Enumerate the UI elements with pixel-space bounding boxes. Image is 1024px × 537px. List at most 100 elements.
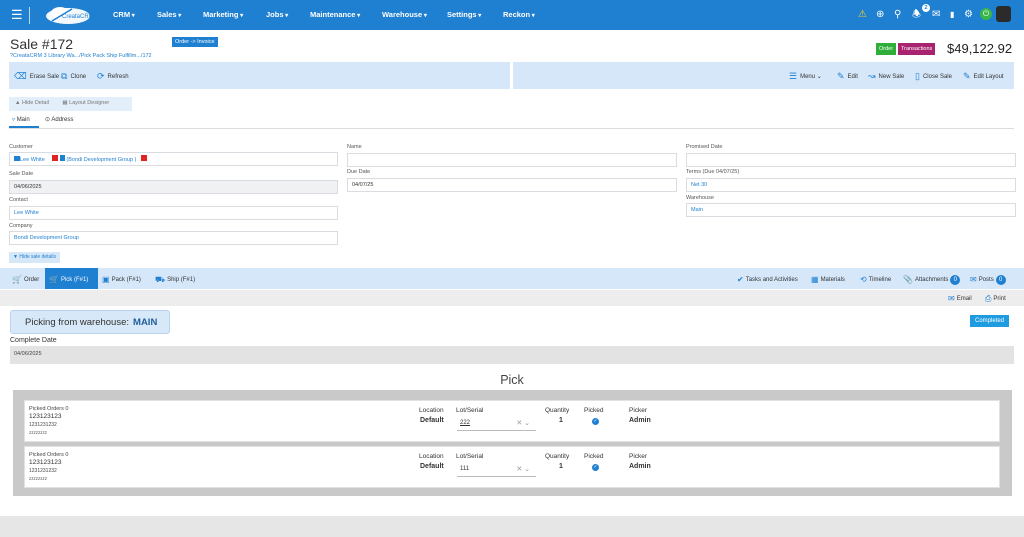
tab-address[interactable]: ⊙ Address <box>45 116 73 123</box>
menu-icon: ☰ <box>789 71 798 81</box>
nav-menu-settings[interactable]: Settings <box>447 10 481 19</box>
transactions-button[interactable]: Transactions <box>898 43 936 55</box>
clear-chevron-icon[interactable]: ✕ ⌄ <box>516 419 530 427</box>
refresh-label: Refresh <box>107 74 129 80</box>
item-code: 123123123 <box>29 459 62 466</box>
mobile-icon[interactable]: ▮ <box>950 9 954 20</box>
brush-icon: ✎ <box>963 71 971 81</box>
timeline-tab[interactable]: ⟲ Timeline <box>860 275 891 284</box>
search-icon[interactable]: ⚲ <box>894 9 901 20</box>
new-sale-button[interactable]: ↝ New Sale <box>868 71 904 82</box>
nav-menu-sales[interactable]: Sales <box>157 10 181 19</box>
print-button[interactable]: ⎙ Print <box>985 294 1006 304</box>
warehouse-field[interactable]: Main <box>686 203 1016 217</box>
quantity-value: 1 <box>559 417 563 424</box>
customer-field[interactable]: Lee White (Bondi Development Group ) <box>9 152 338 166</box>
tab-order[interactable]: 🛒 Order <box>12 275 39 284</box>
nav-menu-warehouse[interactable]: Warehouse <box>382 10 427 19</box>
picked-check-icon[interactable]: ✓ <box>592 418 599 425</box>
cart-icon: 🛒 <box>49 275 59 284</box>
svg-text:CreataCRM: CreataCRM <box>62 14 94 20</box>
customer-company-value[interactable]: (Bondi Development Group ) <box>66 157 136 163</box>
contact-field[interactable]: Lee White <box>9 206 338 220</box>
menu-button[interactable]: ☰ Menu ⌄ <box>789 71 822 82</box>
nav-menu-reckon[interactable]: Reckon <box>503 10 535 19</box>
tasks-activities-tab[interactable]: ✔ Tasks and Activities <box>737 275 798 284</box>
lot-serial-select[interactable]: 222 ✕ ⌄ <box>457 418 536 431</box>
due-date-label: Due Date <box>347 169 371 175</box>
refresh-button[interactable]: ⟳ Refresh <box>97 71 129 82</box>
document-icon: ▯ <box>915 71 920 81</box>
picked-check-icon[interactable]: ✓ <box>592 464 599 471</box>
printer-icon: ⎙ <box>985 294 992 303</box>
tab-pack-label: Pack (F#1) <box>111 277 141 283</box>
tab-pick[interactable]: 🛒 Pick (F#1) <box>45 268 98 289</box>
hamburger-menu-icon[interactable]: ☰ <box>11 8 23 21</box>
erase-sale-button[interactable]: ⌫ Erase Sale <box>14 71 59 82</box>
copy-icon: ⧉ <box>61 71 68 81</box>
nav-menu-maintenance[interactable]: Maintenance <box>310 10 360 19</box>
tab-ship[interactable]: ⛟ Ship (F#1) <box>155 275 195 285</box>
add-circle-icon[interactable]: ⊕ <box>876 9 884 20</box>
complete-date-field[interactable]: 04/06/2025 <box>10 346 1014 364</box>
remove-customer-icon[interactable] <box>52 155 59 161</box>
order-to-invoice-button[interactable]: Order -> Invoice <box>172 37 218 47</box>
hide-sale-details-button[interactable]: ▼ Hide sale details <box>9 252 61 263</box>
completed-button[interactable]: Completed <box>970 315 1010 327</box>
item-description: zzzzzzzz <box>29 430 47 435</box>
picked-label: Picked <box>584 453 604 460</box>
tab-main[interactable]: ▿ Main <box>12 116 30 123</box>
user-avatar[interactable] <box>996 6 1011 22</box>
creatacrm-logo[interactable]: CreataCRM <box>44 6 106 25</box>
lot-serial-select[interactable]: 111 ✕ ⌄ <box>457 464 536 477</box>
truck-icon: ⛟ <box>155 275 166 284</box>
bell-icon[interactable]: 🕭 <box>912 9 921 20</box>
edit-button[interactable]: ✎ Edit <box>837 71 858 82</box>
picked-orders-label: Picked Orders 0 <box>29 452 69 458</box>
email-label: Email <box>956 296 972 302</box>
edit-layout-label: Edit Layout <box>973 74 1004 80</box>
breadcrumb[interactable]: ?CreataCRM 3 Library Wa.../Pick Pack Shi… <box>10 53 152 59</box>
email-button[interactable]: ✉ Email <box>948 294 972 303</box>
name-label: Name <box>347 144 362 150</box>
edit-layout-button[interactable]: ✎ Edit Layout <box>963 71 1004 82</box>
layout-designer-button[interactable]: ▦ Layout Designer <box>62 100 109 106</box>
hide-detail-button[interactable]: ▲ Hide Detail <box>15 100 49 106</box>
promised-date-field[interactable] <box>686 153 1016 167</box>
company-field[interactable]: Bondi Development Group <box>9 231 338 245</box>
clone-button[interactable]: ⧉ Clone <box>61 71 86 82</box>
attachments-tab[interactable]: 📎 Attachments 0 <box>903 275 961 285</box>
materials-label: Materials <box>820 277 845 283</box>
customer-value[interactable]: Lee White <box>20 157 45 163</box>
picked-orders-label: Picked Orders 0 <box>29 406 69 412</box>
terms-field[interactable]: Net 30 <box>686 178 1016 192</box>
lot-serial-label: Lot/Serial <box>456 453 484 460</box>
nav-menu-jobs[interactable]: Jobs <box>266 10 288 19</box>
tab-divider <box>9 128 1014 129</box>
new-sale-label: New Sale <box>878 74 905 80</box>
sale-date-field[interactable]: 04/06/2025 <box>9 180 338 194</box>
power-status-icon[interactable]: ⏻ <box>980 8 992 20</box>
refresh-icon: ⟳ <box>97 71 105 81</box>
remove-company-icon[interactable] <box>140 155 147 161</box>
nav-menu-crm[interactable]: CRM <box>113 10 135 19</box>
sale-total: $49,122.92 <box>947 41 1013 56</box>
clear-chevron-icon[interactable]: ✕ ⌄ <box>516 465 530 473</box>
posts-tab[interactable]: ✉ Posts 0 <box>970 275 1006 285</box>
name-field[interactable] <box>347 153 677 167</box>
warning-icon[interactable]: ⚠ <box>858 9 867 20</box>
customer-label: Customer <box>9 144 33 150</box>
item-code: 123123123 <box>29 413 62 420</box>
due-date-field[interactable]: 04/07/25 <box>347 178 677 192</box>
comments-icon: ✉ <box>970 275 977 284</box>
paperclip-icon: 📎 <box>903 275 913 284</box>
close-sale-button[interactable]: ▯ Close Sale <box>915 71 952 82</box>
check-icon: ✔ <box>737 275 744 284</box>
nav-menu-marketing[interactable]: Marketing <box>203 10 243 19</box>
materials-tab[interactable]: ▦ Materials <box>811 275 845 284</box>
location-label: Location <box>419 407 444 414</box>
chat-icon[interactable]: ✉ <box>932 9 940 20</box>
tab-pack[interactable]: ▣ Pack (F#1) <box>102 275 141 284</box>
layout-designer-label: Layout Designer <box>69 100 110 106</box>
gear-icon[interactable]: ⚙ <box>964 9 973 20</box>
